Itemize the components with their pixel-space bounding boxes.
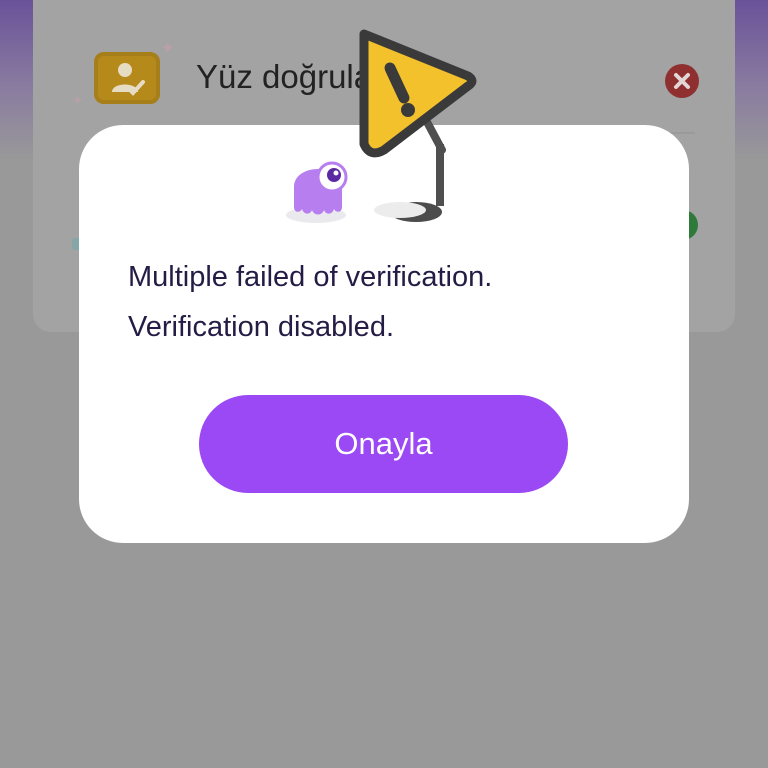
sparkle-icon: ✦ <box>160 38 176 58</box>
face-verify-label[interactable]: Yüz doğrula <box>196 58 372 96</box>
confirm-button[interactable]: Onayla <box>199 395 568 493</box>
fail-x-icon <box>665 64 699 98</box>
dialog-message-line: Verification disabled. <box>128 311 394 343</box>
warning-sign-icon <box>359 29 477 222</box>
dialog-message: Multiple failed of verification. Verific… <box>128 252 608 352</box>
dialog-message-line: Multiple failed of verification. <box>128 261 493 293</box>
mascot-octopus-icon <box>286 161 348 223</box>
face-verify-icon <box>94 52 160 104</box>
sparkle-icon: ✦ <box>72 92 84 108</box>
